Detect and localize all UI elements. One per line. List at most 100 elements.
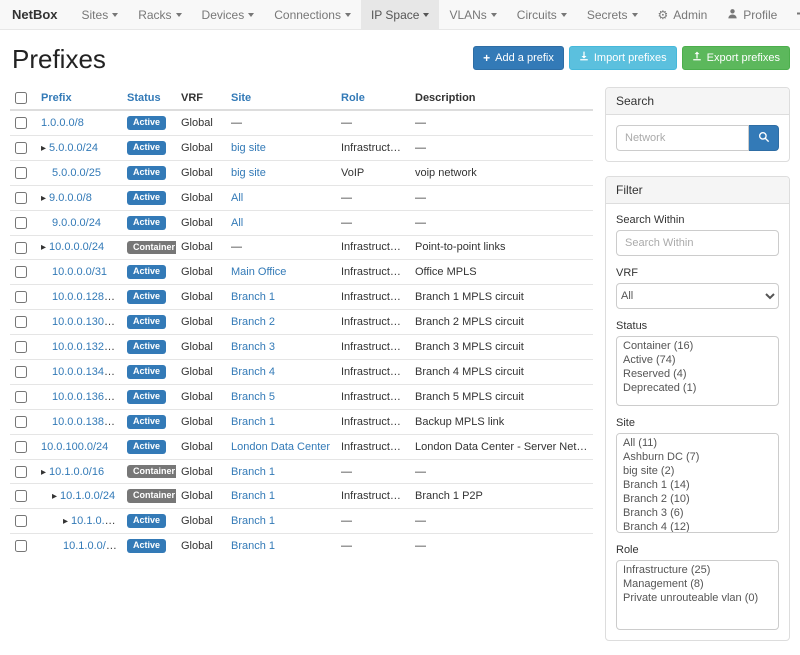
status-filter-option[interactable]: Reserved (4) bbox=[617, 367, 778, 381]
brand-link[interactable]: NetBox bbox=[0, 0, 72, 29]
admin-link[interactable]: ⚙ Admin bbox=[648, 0, 718, 29]
expand-arrow-icon: ▸ bbox=[63, 516, 68, 527]
page-header: Prefixes + Add a prefix Import prefixes … bbox=[10, 32, 790, 87]
prefix-link[interactable]: 10.0.0.134/31 bbox=[52, 366, 119, 378]
site-link[interactable]: Branch 5 bbox=[231, 391, 275, 403]
row-checkbox[interactable] bbox=[15, 341, 27, 353]
nav-item-connections[interactable]: Connections bbox=[264, 0, 361, 29]
prefix-link[interactable]: 10.1.0.0/25 bbox=[71, 515, 122, 527]
column-header-status[interactable]: Status bbox=[127, 92, 161, 104]
site-link[interactable]: Main Office bbox=[231, 266, 286, 278]
row-checkbox[interactable] bbox=[15, 441, 27, 453]
prefix-link[interactable]: 10.0.0.138/31 bbox=[52, 416, 119, 428]
role-filter-select[interactable]: Infrastructure (25)Management (8)Private… bbox=[616, 560, 779, 630]
site-link[interactable]: Branch 1 bbox=[231, 515, 275, 527]
site-link[interactable]: Branch 1 bbox=[231, 490, 275, 502]
row-checkbox[interactable] bbox=[15, 242, 27, 254]
row-checkbox[interactable] bbox=[15, 540, 27, 552]
site-filter-select[interactable]: All (11)Ashburn DC (7)big site (2)Branch… bbox=[616, 433, 779, 533]
status-filter-select[interactable]: Container (16)Active (74)Reserved (4)Dep… bbox=[616, 336, 779, 406]
nav-item-devices[interactable]: Devices bbox=[192, 0, 265, 29]
site-link[interactable]: Branch 1 bbox=[231, 291, 275, 303]
site-cell: big site bbox=[226, 160, 336, 185]
row-checkbox[interactable] bbox=[15, 391, 27, 403]
nav-item-circuits[interactable]: Circuits bbox=[507, 0, 577, 29]
user-icon bbox=[727, 8, 738, 22]
site-link[interactable]: All bbox=[231, 192, 243, 204]
site-link[interactable]: Branch 1 bbox=[231, 416, 275, 428]
row-checkbox[interactable] bbox=[15, 217, 27, 229]
prefix-link[interactable]: 9.0.0.0/8 bbox=[49, 192, 92, 204]
site-link[interactable]: Branch 3 bbox=[231, 341, 275, 353]
prefix-link[interactable]: 5.0.0.0/24 bbox=[49, 142, 98, 154]
search-within-input[interactable] bbox=[616, 230, 779, 256]
prefix-link[interactable]: 10.0.0.128/31 bbox=[52, 291, 119, 303]
select-all-checkbox[interactable] bbox=[15, 92, 27, 104]
row-checkbox[interactable] bbox=[15, 142, 27, 154]
prefix-link[interactable]: 5.0.0.0/25 bbox=[52, 167, 101, 179]
export-prefixes-button[interactable]: Export prefixes bbox=[682, 46, 790, 70]
nav-item-secrets[interactable]: Secrets bbox=[577, 0, 648, 29]
row-checkbox[interactable] bbox=[15, 167, 27, 179]
prefix-link[interactable]: 10.1.0.0/24 bbox=[60, 490, 115, 502]
chevron-down-icon bbox=[248, 13, 254, 17]
nav-item-sites[interactable]: Sites bbox=[72, 0, 129, 29]
search-button[interactable] bbox=[749, 125, 779, 151]
role-filter-option[interactable]: Management (8) bbox=[617, 577, 778, 591]
import-prefixes-button[interactable]: Import prefixes bbox=[569, 46, 677, 70]
role-filter-option[interactable]: Private unrouteable vlan (0) bbox=[617, 591, 778, 605]
site-link[interactable]: Branch 2 bbox=[231, 316, 275, 328]
vrf-filter-select[interactable]: All bbox=[616, 283, 779, 309]
nav-item-vlans[interactable]: VLANs bbox=[439, 0, 506, 29]
row-checkbox[interactable] bbox=[15, 192, 27, 204]
prefix-link[interactable]: 10.0.100.0/24 bbox=[41, 441, 108, 453]
status-filter-option[interactable]: Deprecated (1) bbox=[617, 381, 778, 395]
row-checkbox[interactable] bbox=[15, 316, 27, 328]
prefix-link[interactable]: 10.0.0.136/31 bbox=[52, 391, 119, 403]
logout-link[interactable]: Log out bbox=[787, 0, 800, 29]
row-checkbox[interactable] bbox=[15, 291, 27, 303]
row-checkbox[interactable] bbox=[15, 117, 27, 129]
site-link[interactable]: Branch 1 bbox=[231, 540, 275, 552]
prefix-link[interactable]: 10.0.0.132/31 bbox=[52, 341, 119, 353]
prefix-link[interactable]: 10.1.0.0/26 bbox=[63, 540, 118, 552]
prefix-link[interactable]: 1.0.0.0/8 bbox=[41, 117, 84, 129]
site-filter-option[interactable]: All (11) bbox=[617, 436, 778, 450]
profile-link[interactable]: Profile bbox=[717, 0, 787, 29]
row-checkbox[interactable] bbox=[15, 366, 27, 378]
vrf-value: Global bbox=[176, 285, 226, 310]
column-header-site[interactable]: Site bbox=[231, 92, 251, 104]
site-filter-option[interactable]: Branch 1 (14) bbox=[617, 478, 778, 492]
search-input[interactable] bbox=[616, 125, 749, 151]
site-filter-option[interactable]: Ashburn DC (7) bbox=[617, 450, 778, 464]
nav-item-racks[interactable]: Racks bbox=[128, 0, 191, 29]
site-filter-option[interactable]: Branch 4 (12) bbox=[617, 520, 778, 533]
status-filter-option[interactable]: Active (74) bbox=[617, 353, 778, 367]
site-filter-option[interactable]: Branch 2 (10) bbox=[617, 492, 778, 506]
status-badge: Active bbox=[127, 116, 166, 130]
row-checkbox[interactable] bbox=[15, 416, 27, 428]
row-checkbox[interactable] bbox=[15, 466, 27, 478]
row-checkbox[interactable] bbox=[15, 266, 27, 278]
column-header-prefix[interactable]: Prefix bbox=[41, 92, 72, 104]
row-checkbox[interactable] bbox=[15, 515, 27, 527]
site-link[interactable]: Branch 4 bbox=[231, 366, 275, 378]
site-link[interactable]: big site bbox=[231, 142, 266, 154]
prefix-link[interactable]: 10.1.0.0/16 bbox=[49, 466, 104, 478]
site-link[interactable]: big site bbox=[231, 167, 266, 179]
role-filter-option[interactable]: Infrastructure (25) bbox=[617, 563, 778, 577]
row-checkbox[interactable] bbox=[15, 490, 27, 502]
prefix-link[interactable]: 9.0.0.0/24 bbox=[52, 217, 101, 229]
site-link[interactable]: Branch 1 bbox=[231, 466, 275, 478]
add-prefix-button[interactable]: + Add a prefix bbox=[473, 46, 564, 70]
site-filter-option[interactable]: big site (2) bbox=[617, 464, 778, 478]
site-link[interactable]: All bbox=[231, 217, 243, 229]
column-header-role[interactable]: Role bbox=[341, 92, 365, 104]
prefix-link[interactable]: 10.0.0.130/31 bbox=[52, 316, 119, 328]
prefix-link[interactable]: 10.0.0.0/31 bbox=[52, 266, 107, 278]
status-filter-option[interactable]: Container (16) bbox=[617, 339, 778, 353]
prefix-link[interactable]: 10.0.0.0/24 bbox=[49, 241, 104, 253]
nav-item-ip-space[interactable]: IP Space bbox=[361, 0, 439, 29]
site-link[interactable]: London Data Center bbox=[231, 441, 330, 453]
site-filter-option[interactable]: Branch 3 (6) bbox=[617, 506, 778, 520]
